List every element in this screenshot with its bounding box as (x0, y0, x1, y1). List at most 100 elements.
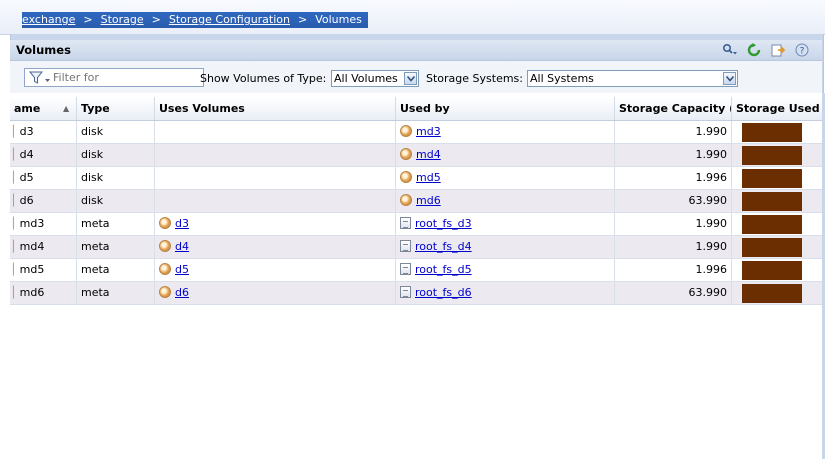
cell-storage-used (732, 167, 822, 189)
column-header-uses-volumes[interactable]: Uses Volumes (155, 97, 396, 120)
column-header-name[interactable]: ame ▲ (10, 97, 77, 120)
used-by-link[interactable]: root_fs_d6 (415, 286, 472, 299)
uses-volume-link[interactable]: d5 (175, 263, 189, 276)
filesystem-icon (400, 217, 411, 229)
volume-status-icon: │ (10, 125, 17, 138)
cell-used-by: root_fs_d6 (396, 282, 615, 304)
used-by-link[interactable]: root_fs_d3 (415, 217, 472, 230)
storage-used-bar (742, 238, 802, 257)
volume-status-icon: │ (10, 286, 17, 299)
cell-type: disk (77, 121, 155, 143)
storage-used-bar (742, 215, 802, 234)
breadcrumb-storage-configuration[interactable]: Storage Configuration (169, 12, 290, 28)
chevron-down-icon[interactable] (723, 72, 736, 85)
svg-text:?: ? (800, 47, 805, 57)
cell-storage-used (732, 236, 822, 258)
volume-icon (400, 148, 412, 160)
column-header-type[interactable]: Type (77, 97, 155, 120)
cell-storage-used (732, 190, 822, 212)
cell-uses-volumes (155, 190, 396, 212)
volume-name: md6 (19, 286, 45, 299)
volume-status-icon: │ (10, 217, 17, 230)
breadcrumb-exchange[interactable]: exchange (22, 12, 75, 28)
uses-volume-link[interactable]: d3 (175, 217, 189, 230)
table-row[interactable]: │ md6 meta d6 root_fs_d6 63.990 (10, 282, 822, 305)
breadcrumb-storage[interactable]: Storage (101, 12, 144, 28)
storage-used-bar (742, 123, 802, 142)
storage-capacity-value: 1.990 (695, 240, 728, 253)
cell-storage-capacity: 1.996 (615, 259, 732, 281)
refresh-icon[interactable] (746, 42, 762, 58)
cell-uses-volumes: d6 (155, 282, 396, 304)
filter-toolbar: Show Volumes of Type: All Volumes Storag… (10, 60, 822, 94)
cell-name: │ md5 (10, 259, 77, 281)
column-header-storage-used[interactable]: Storage Used (732, 97, 822, 120)
cell-name: │ d6 (10, 190, 77, 212)
column-header-storage-capacity[interactable]: Storage Capacity (... (615, 97, 732, 120)
breadcrumb-bar: exchange > Storage > Storage Configuration > V… (0, 0, 825, 35)
filter-icon[interactable] (28, 71, 51, 85)
cell-used-by: root_fs_d3 (396, 213, 615, 235)
sort-ascending-icon: ▲ (63, 104, 70, 113)
table-row[interactable]: │ d5 disk md5 1.996 (10, 167, 822, 190)
volume-type: meta (81, 217, 110, 230)
volume-type: disk (81, 125, 104, 138)
storage-used-bar (742, 169, 802, 188)
filesystem-icon (400, 263, 411, 275)
used-by-link[interactable]: md6 (416, 194, 441, 207)
cell-type: meta (77, 213, 155, 235)
chevron-down-icon[interactable] (404, 72, 417, 85)
cell-storage-capacity: 63.990 (615, 282, 732, 304)
used-by-link[interactable]: root_fs_d5 (415, 263, 472, 276)
cell-used-by: md5 (396, 167, 615, 189)
used-by-link[interactable]: md5 (416, 171, 441, 184)
volume-type: meta (81, 240, 110, 253)
column-header-used-by[interactable]: Used by (396, 97, 615, 120)
table-row[interactable]: │ d3 disk md3 1.990 (10, 121, 822, 144)
volume-status-icon: │ (10, 194, 17, 207)
used-by-link[interactable]: root_fs_d4 (415, 240, 472, 253)
uses-volume-link[interactable]: d4 (175, 240, 189, 253)
filter-input[interactable] (53, 70, 201, 85)
cell-storage-capacity: 1.990 (615, 213, 732, 235)
volume-icon (159, 217, 171, 229)
volume-status-icon: │ (10, 171, 17, 184)
cell-uses-volumes: d5 (155, 259, 396, 281)
export-icon[interactable] (770, 42, 786, 58)
volume-icon (400, 125, 412, 137)
cell-uses-volumes (155, 144, 396, 166)
table-row[interactable]: │ md3 meta d3 root_fs_d3 1.990 (10, 213, 822, 236)
cell-storage-used (732, 144, 822, 166)
storage-systems-select[interactable]: All Systems (527, 70, 738, 87)
cell-type: disk (77, 190, 155, 212)
volume-type-select[interactable]: All Volumes (331, 70, 419, 87)
cell-storage-capacity: 1.996 (615, 167, 732, 189)
help-icon[interactable]: ? (794, 42, 810, 58)
cell-uses-volumes: d3 (155, 213, 396, 235)
search-options-icon[interactable] (722, 42, 738, 58)
cell-storage-capacity: 1.990 (615, 236, 732, 258)
volume-name: d4 (19, 148, 34, 161)
cell-used-by: md6 (396, 190, 615, 212)
volume-status-icon: │ (10, 263, 17, 276)
volume-type-label: Show Volumes of Type: (200, 72, 327, 85)
volume-icon (400, 194, 412, 206)
breadcrumb-separator: > (298, 13, 308, 26)
cell-uses-volumes (155, 121, 396, 143)
table-row[interactable]: │ d4 disk md4 1.990 (10, 144, 822, 167)
table-row[interactable]: │ md4 meta d4 root_fs_d4 1.990 (10, 236, 822, 259)
table-row[interactable]: │ md5 meta d5 root_fs_d5 1.996 (10, 259, 822, 282)
breadcrumb-separator: > (83, 13, 93, 26)
volume-icon (400, 171, 412, 183)
table-row[interactable]: │ d6 disk md6 63.990 (10, 190, 822, 213)
cell-storage-capacity: 1.990 (615, 121, 732, 143)
used-by-link[interactable]: md4 (416, 148, 441, 161)
storage-used-bar (742, 261, 802, 280)
cell-used-by: md4 (396, 144, 615, 166)
cell-type: disk (77, 167, 155, 189)
filter-box[interactable] (24, 68, 204, 87)
storage-capacity-value: 1.996 (695, 171, 728, 184)
uses-volume-link[interactable]: d6 (175, 286, 189, 299)
used-by-link[interactable]: md3 (416, 125, 441, 138)
cell-name: │ md4 (10, 236, 77, 258)
